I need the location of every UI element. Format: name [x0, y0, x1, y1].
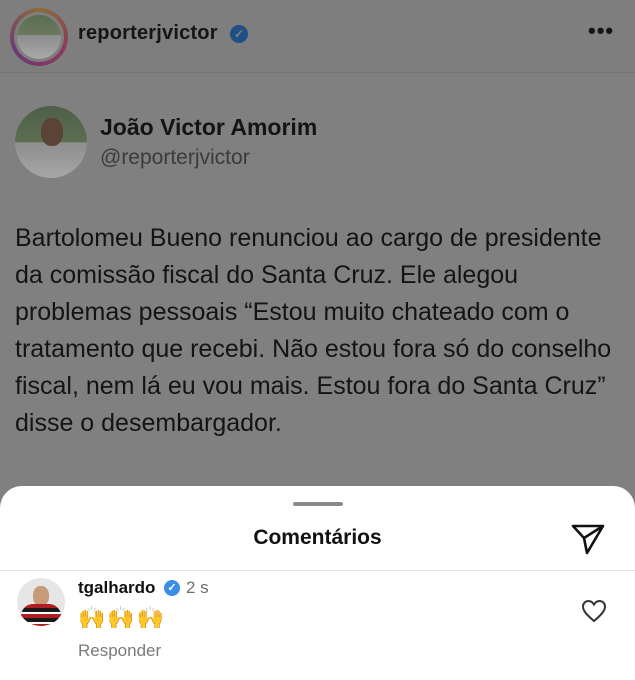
tweet-author-name: João Victor Amorim [100, 114, 318, 140]
post-header: reporterjvictor ✓ ••• [0, 0, 635, 72]
tweet-author-avatar [15, 106, 87, 178]
comment-text: 🙌🙌🙌 [78, 605, 167, 630]
tweet-author-handle: @reporterjvictor [100, 146, 250, 169]
more-options-icon[interactable]: ••• [588, 18, 614, 44]
sheet-divider [0, 570, 635, 571]
comments-title: Comentários [253, 526, 382, 549]
comment-timestamp: 2 s [186, 578, 209, 597]
sheet-grabber-handle[interactable] [293, 502, 343, 506]
heart-icon[interactable] [581, 599, 607, 623]
send-icon[interactable] [570, 522, 606, 556]
reply-button[interactable]: Responder [78, 641, 161, 661]
header-divider [0, 72, 635, 73]
avatar-photo [17, 15, 61, 59]
story-ring-avatar[interactable] [10, 8, 68, 66]
header-username[interactable]: reporterjvictor [78, 22, 218, 45]
commenter-avatar[interactable] [17, 578, 65, 626]
verified-badge-icon: ✓ [164, 580, 180, 596]
verified-badge-icon: ✓ [230, 25, 248, 43]
tweet-text: Bartolomeu Bueno renunciou ao cargo de p… [15, 224, 612, 437]
comment-username[interactable]: tgalhardo [78, 578, 155, 598]
